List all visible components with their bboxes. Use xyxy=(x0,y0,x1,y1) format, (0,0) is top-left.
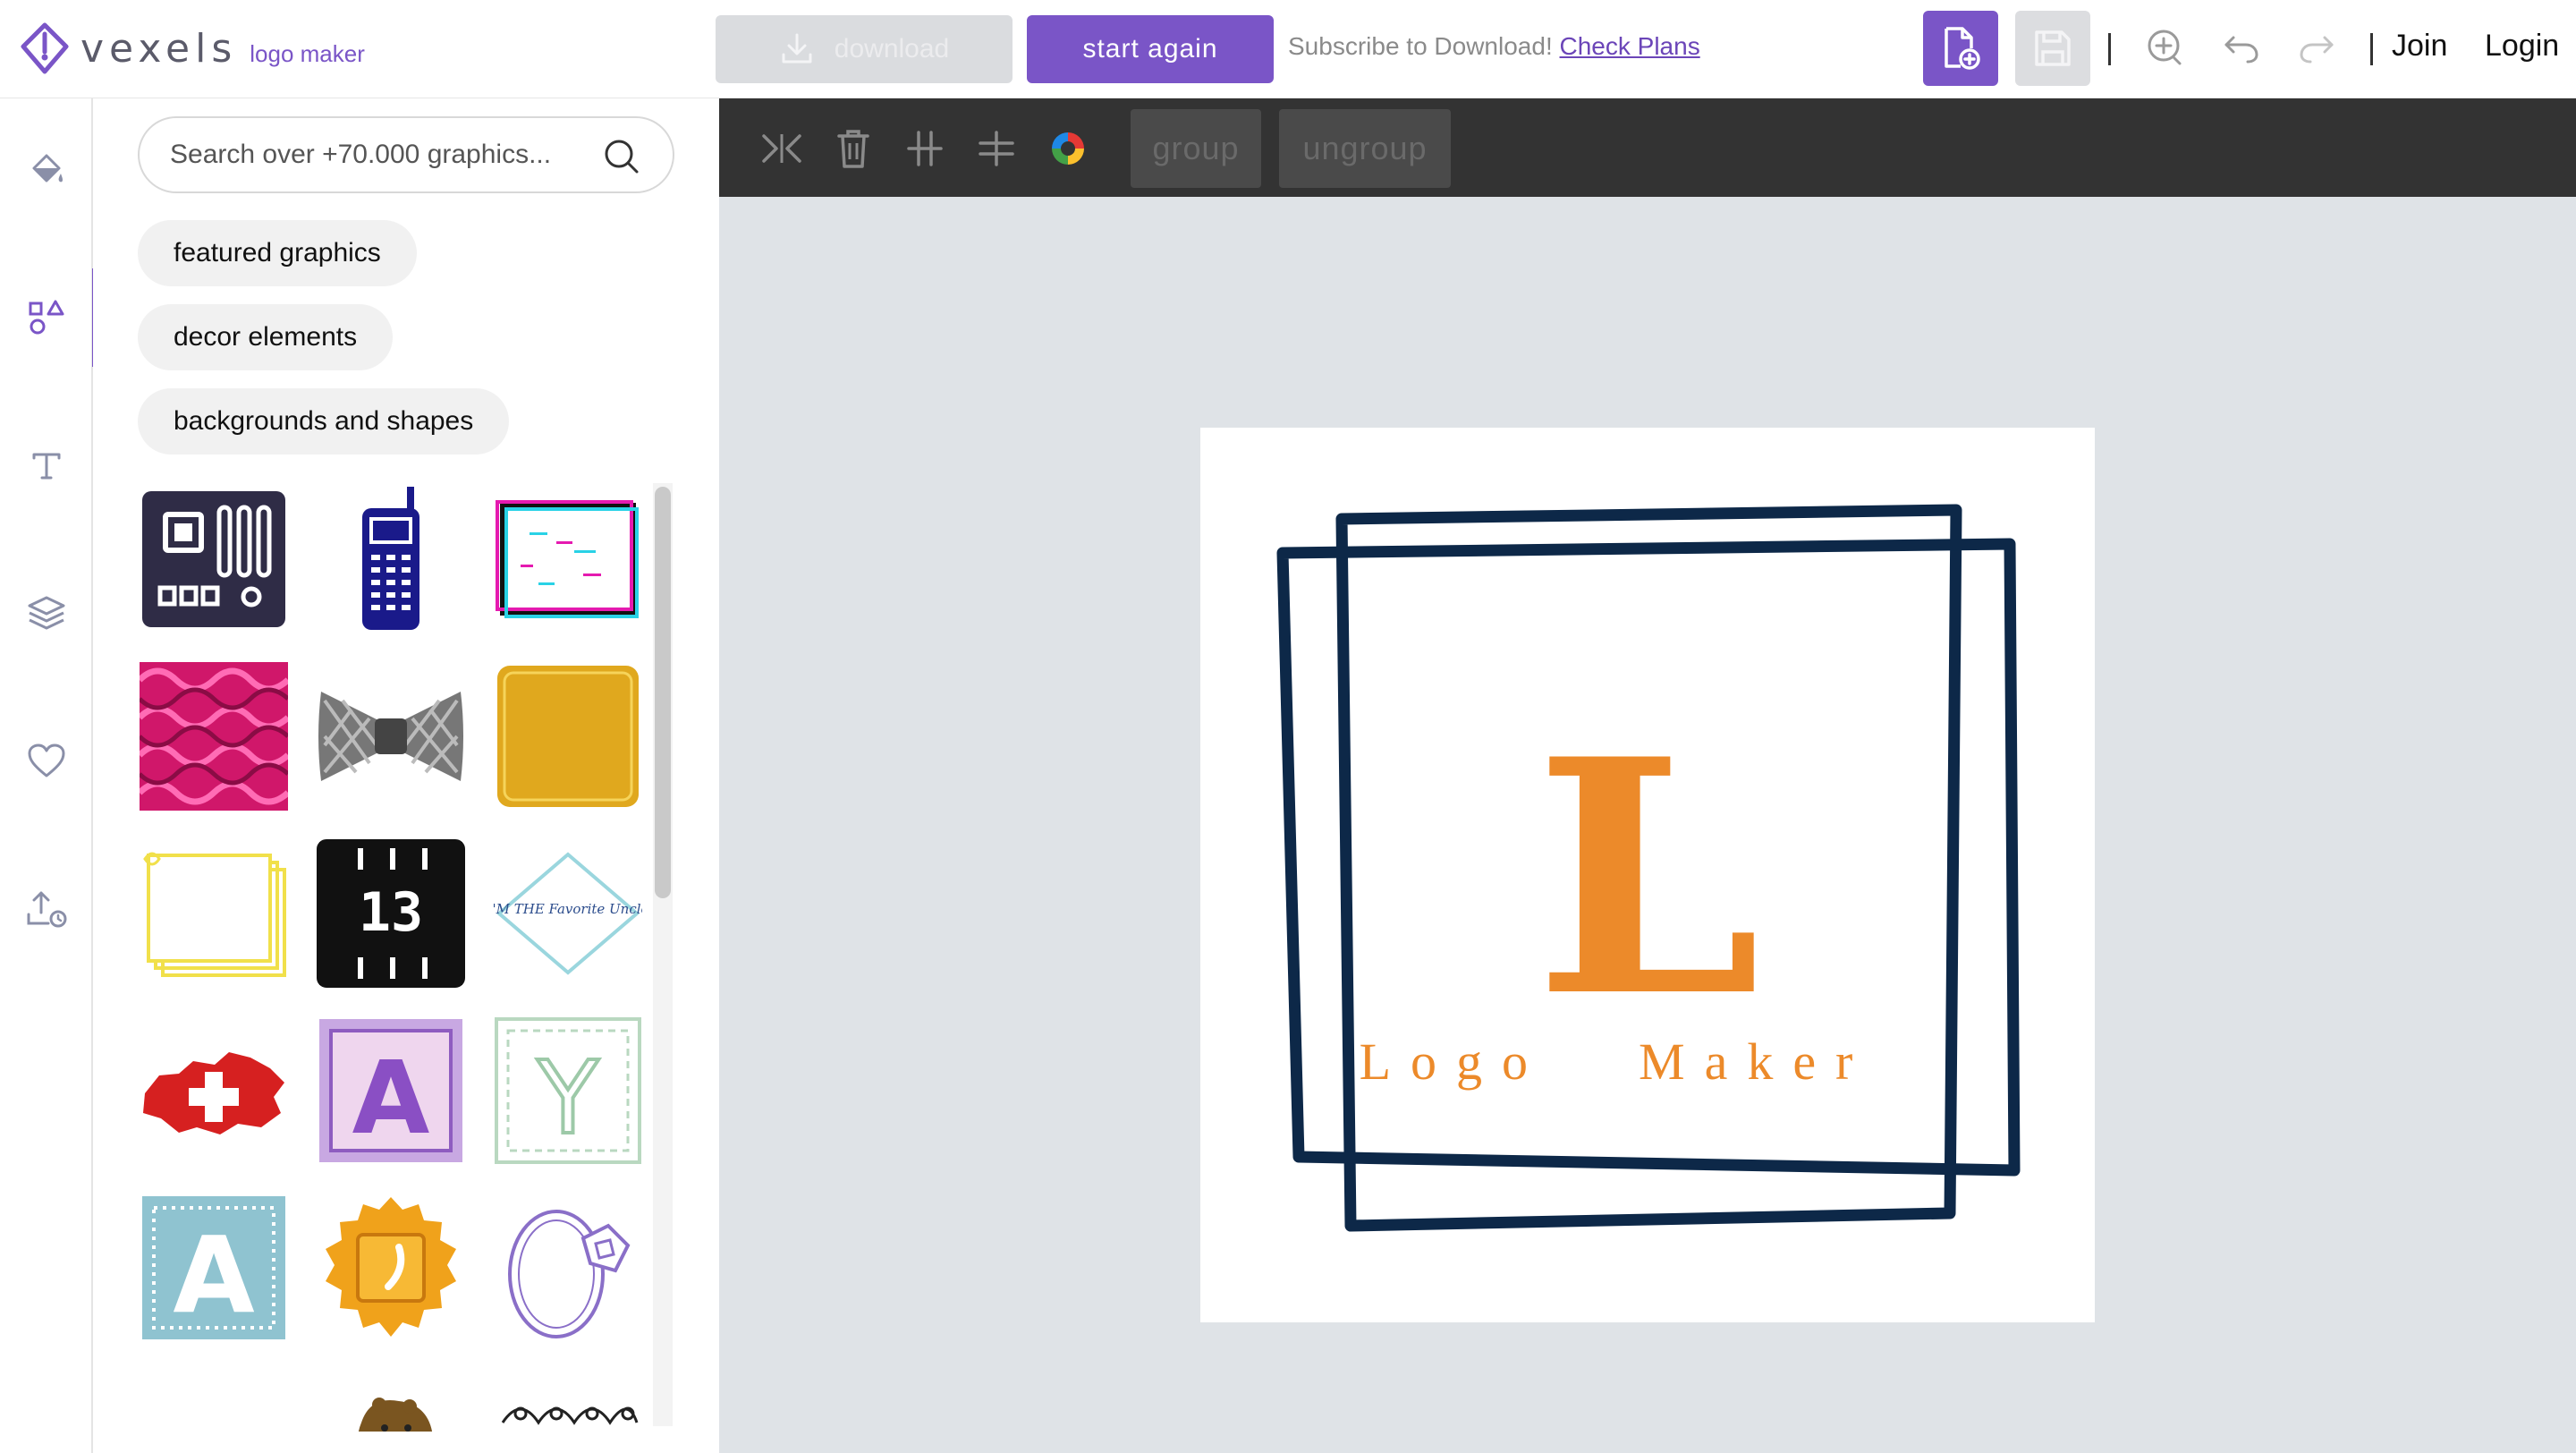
brand-name: vexels xyxy=(80,25,238,72)
logo-tagline-word1: Logo xyxy=(1360,1032,1547,1091)
align-middle-icon xyxy=(979,131,1014,166)
start-again-button[interactable]: start again xyxy=(1027,15,1274,83)
align-center-button[interactable] xyxy=(900,123,950,174)
redo-icon xyxy=(2300,36,2334,64)
subscribe-text: Subscribe to Download! xyxy=(1288,32,1553,60)
new-document-button[interactable] xyxy=(1923,11,1998,86)
download-icon xyxy=(782,33,812,64)
divider xyxy=(2108,33,2111,65)
delete-button[interactable] xyxy=(828,123,878,174)
letter-a-blue-label: A xyxy=(173,1213,254,1337)
graphic-favorite-uncle[interactable]: I'M THE Favorite Uncle xyxy=(492,837,644,990)
color-wheel-icon xyxy=(1052,132,1084,165)
search-icon[interactable] xyxy=(603,138,640,175)
graphic-floral-ornament[interactable] xyxy=(492,1369,644,1432)
zoom-in-icon xyxy=(2148,30,2182,65)
flip-horizontal-icon xyxy=(762,134,801,163)
graphic-diamond-ring[interactable] xyxy=(492,1192,644,1344)
rail-item-favorites[interactable] xyxy=(0,711,93,810)
graphic-yellow-frames[interactable] xyxy=(138,837,290,990)
save-button[interactable] xyxy=(2015,11,2090,86)
logo-letter: L xyxy=(1534,689,1760,1067)
download-label: download xyxy=(834,34,950,64)
panel-scrollbar-thumb[interactable] xyxy=(655,487,671,898)
group-button[interactable]: group xyxy=(1131,109,1261,188)
search-placeholder: Search over +70.000 graphics... xyxy=(170,140,552,169)
chip-decor-elements[interactable]: decor elements xyxy=(138,304,394,370)
flip-button[interactable] xyxy=(757,123,807,174)
graphic-letter-y-green[interactable]: Y xyxy=(492,1015,644,1167)
letter-a-purple-label: A xyxy=(352,1041,430,1157)
favorite-uncle-label: I'M THE Favorite Uncle xyxy=(494,901,642,917)
zoom-in-button[interactable] xyxy=(2145,27,2188,70)
undo-button[interactable] xyxy=(2220,27,2263,70)
new-document-icon xyxy=(1945,27,1980,70)
graphic-gold-square[interactable] xyxy=(492,660,644,812)
tool-rail xyxy=(0,98,95,1453)
trash-icon xyxy=(837,130,869,168)
top-bar: vexels logo maker download start again S… xyxy=(0,0,2576,98)
rail-item-text[interactable] xyxy=(0,416,93,514)
shapes-icon xyxy=(29,300,64,335)
rail-item-fill[interactable] xyxy=(0,121,93,219)
start-again-label: start again xyxy=(1082,34,1218,64)
graphic-pixel-phone[interactable] xyxy=(315,483,467,635)
vexels-logo[interactable]: vexels logo maker xyxy=(18,21,365,75)
join-link[interactable]: Join xyxy=(2392,29,2447,64)
graphic-bow-tie[interactable] xyxy=(315,660,467,812)
logo-tagline-word2: Maker xyxy=(1639,1032,1872,1091)
graphics-search-input[interactable]: Search over +70.000 graphics... xyxy=(138,116,674,193)
graphic-letter-a-blue[interactable]: A xyxy=(138,1192,290,1344)
product-name: logo maker xyxy=(250,39,365,67)
heart-icon xyxy=(28,743,65,777)
check-plans-link[interactable]: Check Plans xyxy=(1560,32,1700,60)
object-toolbar: group ungroup xyxy=(719,98,2576,197)
chip-backgrounds-and-shapes[interactable]: backgrounds and shapes xyxy=(138,388,510,455)
graphics-grid: 13 I'M THE Favorite Uncle A Y A xyxy=(138,483,657,1432)
floppy-disk-icon xyxy=(2035,30,2071,66)
chip-featured-graphics[interactable]: featured graphics xyxy=(138,220,417,286)
paint-bucket-icon xyxy=(32,154,63,183)
pixel-13-label: 13 xyxy=(359,881,423,944)
upload-icon xyxy=(27,891,67,928)
divider xyxy=(2370,33,2373,65)
graphic-pink-pattern[interactable] xyxy=(138,660,290,812)
rail-item-graphics[interactable] xyxy=(0,268,95,367)
graphic-beaver[interactable] xyxy=(315,1369,467,1432)
logo-design[interactable]: L Logo Maker xyxy=(1200,428,2095,1322)
graphic-letter-a-purple[interactable]: A xyxy=(315,1015,467,1167)
layers-icon xyxy=(28,596,65,630)
redo-button[interactable] xyxy=(2295,27,2338,70)
graphic-gold-seal[interactable] xyxy=(315,1192,467,1344)
text-icon xyxy=(32,453,61,480)
graphics-panel: Search over +70.000 graphics... featured… xyxy=(93,98,719,1453)
download-button[interactable]: download xyxy=(716,15,1013,83)
vexels-logo-icon xyxy=(21,22,69,74)
graphic-circuit-board[interactable] xyxy=(138,483,290,635)
rail-item-layers[interactable] xyxy=(0,564,93,662)
graphic-glitch-frame[interactable] xyxy=(492,483,644,635)
color-picker-button[interactable] xyxy=(1043,123,1093,174)
align-middle-button[interactable] xyxy=(971,123,1021,174)
login-link[interactable]: Login xyxy=(2485,29,2559,64)
rail-item-upload[interactable] xyxy=(0,859,93,957)
graphic-swiss-map[interactable] xyxy=(138,1015,290,1167)
align-center-icon xyxy=(907,131,943,166)
letter-y-green-label: Y xyxy=(537,1041,599,1157)
graphic-pixel-13[interactable]: 13 xyxy=(315,837,467,990)
subscribe-notice: Subscribe to Download! Check Plans xyxy=(1288,32,1700,61)
logo-artboard[interactable]: L Logo Maker xyxy=(1200,428,2095,1322)
undo-icon xyxy=(2224,36,2258,64)
ungroup-button[interactable]: ungroup xyxy=(1279,109,1451,188)
